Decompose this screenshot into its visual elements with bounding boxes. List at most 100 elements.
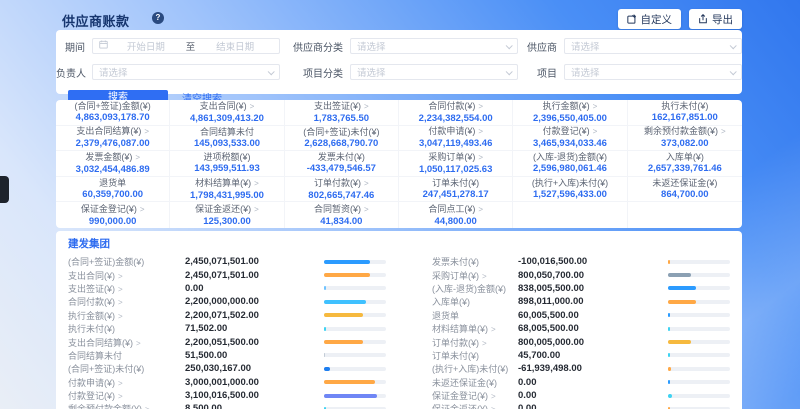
mini-bar: [668, 340, 730, 344]
metric-value: 1,050,117,025.63: [419, 165, 492, 175]
group-row[interactable]: 支出合同结算(¥)>2,200,051,500.00: [68, 335, 386, 348]
metric-card[interactable]: 剩余预付款金额(¥)>373,082.00: [628, 126, 742, 152]
metric-label: 进项税额(¥): [203, 152, 250, 162]
mini-bar: [324, 367, 386, 371]
group-row-value: -100,016,500.00: [518, 256, 668, 267]
metric-card[interactable]: 保证金登记(¥)>990,000.00: [56, 202, 170, 228]
group-row-label: 合同结算未付: [68, 351, 122, 361]
drill-arrow-icon: >: [135, 153, 140, 162]
metric-label: (合同+签证)金额(¥): [75, 101, 151, 111]
metric-card: 未返还保证金(¥)864,700.00: [628, 177, 742, 203]
drill-arrow-icon: >: [254, 205, 259, 214]
export-button[interactable]: 导出: [689, 9, 742, 29]
metric-card[interactable]: 支出签证(¥)>1,783,765.50: [285, 100, 399, 126]
metric-card[interactable]: 支出合同结算(¥)>2,379,476,087.00: [56, 126, 170, 152]
mini-bar-fill: [324, 340, 363, 344]
metrics-grid: (合同+签证)金额(¥)4,863,093,178.70支出合同(¥)>4,86…: [56, 100, 742, 228]
group-row[interactable]: 执行金额(¥)>2,200,071,502.00: [68, 309, 386, 322]
metric-card[interactable]: 付款登记(¥)>3,465,934,033.46: [513, 126, 627, 152]
group-row[interactable]: 保证金登记(¥)>0.00: [432, 389, 730, 402]
metric-label: 执行未付(¥): [661, 101, 708, 111]
metric-value: 1,783,765.50: [314, 114, 369, 124]
metric-card: 合同结算未付145,093,533.00: [170, 126, 284, 152]
metric-card[interactable]: 采购订单(¥)>1,050,117,025.63: [399, 151, 513, 177]
metric-card[interactable]: 发票金额(¥)>3,032,454,486.89: [56, 151, 170, 177]
edit-icon: [627, 14, 637, 24]
group-row-label: 合同付款(¥): [68, 297, 115, 307]
group-row[interactable]: 付款登记(¥)>3,100,016,500.00: [68, 389, 386, 402]
start-date-placeholder: 开始日期: [108, 39, 184, 53]
group-row[interactable]: 采购订单(¥)>800,050,700.00: [432, 268, 730, 281]
metric-card[interactable]: 执行金额(¥)>2,396,550,405.00: [513, 100, 627, 126]
mini-bar: [324, 394, 386, 398]
metric-card[interactable]: 合同付款(¥)>2,234,382,554.00: [399, 100, 513, 126]
group-row-label: (执行+入库)未付(¥): [432, 364, 508, 374]
metric-card: 退货单 60,359,700.00: [56, 177, 170, 203]
group-row: 执行未付(¥)71,502.00: [68, 322, 386, 335]
metrics-panel: (合同+签证)金额(¥)4,863,093,178.70支出合同(¥)>4,86…: [56, 100, 742, 228]
drill-arrow-icon: >: [118, 312, 123, 321]
metric-label: 材料结算单(¥): [195, 178, 251, 188]
metric-card[interactable]: 付款申请(¥)>3,047,119,493.46: [399, 126, 513, 152]
supplier-select[interactable]: 请选择: [564, 38, 742, 54]
metric-value: 2,596,980,061.46: [533, 164, 607, 174]
metric-label: 剩余预付款金额(¥): [644, 126, 718, 136]
supplier-category-select[interactable]: 请选择: [350, 38, 518, 54]
mini-bar: [324, 300, 386, 304]
export-icon: [698, 14, 708, 24]
group-row[interactable]: 支出签证(¥)>0.00: [68, 282, 386, 295]
help-icon[interactable]: ?: [152, 12, 164, 24]
metric-label: 退货单: [99, 178, 126, 188]
metric-card[interactable]: 合同点工(¥)>44,800.00: [399, 202, 513, 228]
group-row[interactable]: 付款申请(¥)>3,000,001,000.00: [68, 376, 386, 389]
mini-bar-fill: [324, 327, 326, 331]
group-column-left: (合同+签证)金额(¥)2,450,071,501.00支出合同(¥)>2,45…: [68, 255, 386, 409]
group-row[interactable]: 订单付款(¥)>800,005,000.00: [432, 335, 730, 348]
date-range-input[interactable]: 开始日期 至 结束日期: [92, 38, 280, 54]
metric-value: 3,465,934,033.46: [533, 139, 607, 149]
group-row-value: -61,939,498.00: [518, 363, 668, 374]
group-title[interactable]: 建发集团: [68, 236, 730, 251]
metric-label: 采购订单(¥): [428, 152, 475, 162]
group-row[interactable]: 合同付款(¥)>2,200,000,000.00: [68, 295, 386, 308]
metric-card[interactable]: 保证金返还(¥)>125,300.00: [170, 202, 284, 228]
metric-card: 入库单(¥)2,657,339,761.46: [628, 151, 742, 177]
group-row-value: 250,030,167.00: [185, 363, 324, 374]
metric-label: 付款申请(¥): [428, 126, 475, 136]
metric-value: 60,359,700.00: [82, 190, 143, 200]
mini-bar-fill: [668, 313, 670, 317]
metric-value: 1,798,431,995.00: [190, 191, 264, 201]
group-row: (合同+签证)金额(¥)2,450,071,501.00: [68, 255, 386, 268]
metric-card[interactable]: 合同暂资(¥)>41,834.00: [285, 202, 399, 228]
group-row[interactable]: 支出合同(¥)>2,450,071,501.00: [68, 268, 386, 281]
drill-arrow-icon: >: [118, 272, 123, 281]
customize-label: 自定义: [641, 12, 673, 27]
group-row-label: 订单付款(¥): [432, 338, 479, 348]
group-row: (合同+签证)未付(¥)250,030,167.00: [68, 362, 386, 375]
metric-card[interactable]: 订单付款(¥)>802,665,747.46: [285, 177, 399, 203]
metric-card[interactable]: 材料结算单(¥)>1,798,431,995.00: [170, 177, 284, 203]
group-row-value: 45,700.00: [518, 350, 668, 361]
date-separator: 至: [184, 39, 198, 53]
metric-value: 44,800.00: [435, 217, 477, 227]
drill-arrow-icon: >: [254, 179, 259, 188]
customize-button[interactable]: 自定义: [618, 9, 682, 29]
chevron-down-icon: [730, 68, 737, 75]
metric-card: (合同+签证)未付(¥)2,628,668,790.70: [285, 126, 399, 152]
project-select[interactable]: 请选择: [564, 64, 742, 80]
metric-label: 执行金额(¥): [543, 101, 590, 111]
group-row[interactable]: 剩余预付款金额(¥)>8,500.00: [68, 402, 386, 409]
group-row[interactable]: 材料结算单(¥)>68,005,500.00: [432, 322, 730, 335]
group-row-value: 898,011,000.00: [518, 296, 668, 307]
group-row-value: 0.00: [518, 403, 668, 409]
project-category-select[interactable]: 请选择: [350, 64, 518, 80]
metric-card: (入库-退货)金额(¥)2,596,980,061.46: [513, 151, 627, 177]
metric-card[interactable]: 支出合同(¥)>4,861,309,413.20: [170, 100, 284, 126]
drawer-handle[interactable]: [0, 176, 9, 203]
metric-label: 付款登记(¥): [543, 126, 590, 136]
drill-arrow-icon: >: [364, 205, 369, 214]
group-row[interactable]: 保证金返还(¥)>0.00: [432, 402, 730, 409]
group-row-label: 入库单(¥): [432, 297, 470, 307]
metric-value: 4,861,309,413.20: [190, 114, 264, 124]
owner-select[interactable]: 请选择: [92, 64, 280, 80]
